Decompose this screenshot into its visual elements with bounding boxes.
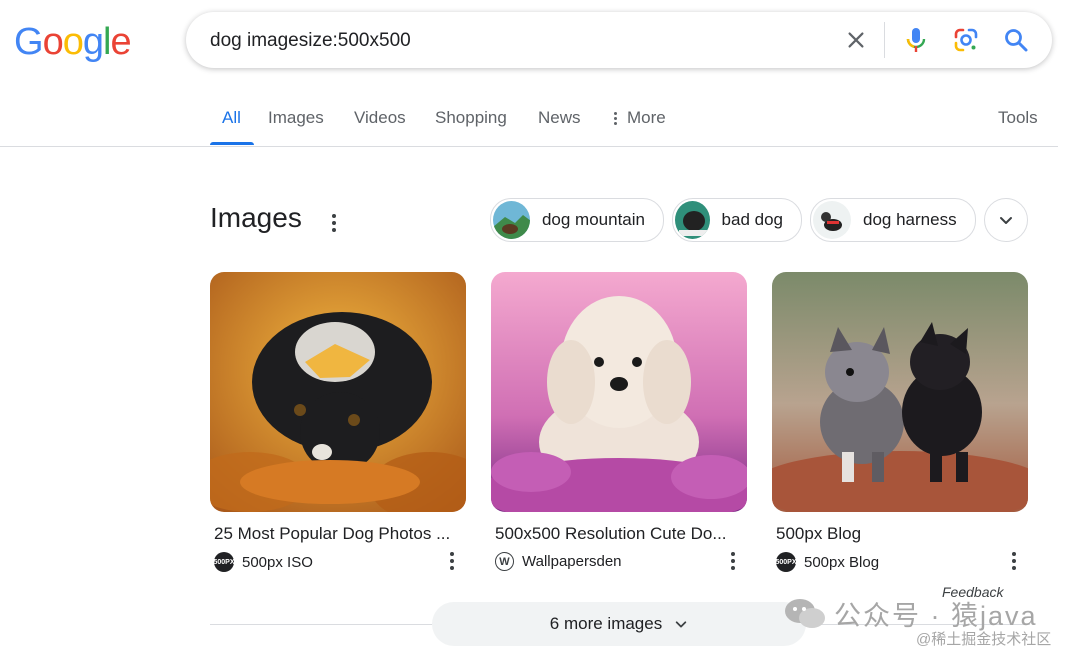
microphone-icon[interactable]	[902, 26, 930, 54]
image-result-source-name: Wallpapersden	[522, 553, 622, 570]
tools-button[interactable]: Tools	[998, 108, 1038, 128]
image-result-card[interactable]: 500x500 Resolution Cute Do... W Wallpape…	[491, 272, 747, 571]
image-result-card[interactable]: 25 Most Popular Dog Photos ... 500PX 500…	[210, 272, 466, 572]
images-options-icon[interactable]	[328, 212, 340, 234]
search-input[interactable]: dog imagesize:500x500	[210, 30, 411, 52]
search-icon[interactable]	[1002, 26, 1030, 54]
image-result-source-name: 500px Blog	[804, 553, 880, 571]
google-logo[interactable]: Google	[14, 20, 132, 64]
result-options-icon[interactable]	[446, 550, 458, 572]
source-favicon-icon: 500PX	[775, 552, 797, 572]
image-result-source-name: 500px ISO	[242, 553, 313, 571]
source-favicon-icon: 500PX	[213, 552, 235, 572]
result-options-icon[interactable]	[1008, 550, 1020, 572]
image-result-thumbnail[interactable]	[772, 272, 1028, 512]
tab-images[interactable]: Images	[268, 108, 324, 128]
tab-news[interactable]: News	[538, 108, 581, 128]
logo-letter: g	[82, 21, 104, 63]
image-result-source[interactable]: 500PX 500px ISO	[213, 552, 313, 572]
search-divider	[884, 22, 885, 58]
tab-videos[interactable]: Videos	[354, 108, 406, 128]
chevron-down-icon	[675, 621, 687, 628]
chip-label: dog mountain	[541, 210, 645, 229]
logo-letter: l	[102, 21, 112, 63]
image-result-thumbnail[interactable]	[491, 272, 747, 512]
more-vertical-icon	[614, 111, 617, 125]
chip-label: dog harness	[863, 210, 957, 229]
source-favicon-icon: W	[495, 552, 514, 571]
images-section-title: Images	[210, 202, 302, 233]
tab-shopping[interactable]: Shopping	[435, 108, 507, 128]
image-result-source[interactable]: 500PX 500px Blog	[775, 552, 880, 572]
image-result-card[interactable]: 500px Blog 500PX 500px Blog	[772, 272, 1028, 572]
google-lens-icon[interactable]	[952, 26, 980, 54]
image-result-source[interactable]: W Wallpapersden	[495, 552, 622, 571]
result-options-icon[interactable]	[727, 550, 739, 572]
image-result-title[interactable]: 500x500 Resolution Cute Do...	[495, 524, 747, 544]
image-result-title[interactable]: 500px Blog	[776, 524, 1028, 544]
chip-thumbnail	[493, 201, 530, 239]
logo-letter: o	[42, 21, 64, 63]
more-images-button[interactable]: 6 more images	[432, 602, 806, 646]
chip-thumbnail	[675, 201, 710, 239]
logo-letter: G	[14, 21, 44, 63]
tab-all[interactable]: All	[222, 108, 241, 128]
logo-letter: o	[62, 21, 84, 63]
more-images-label: 6 more images	[549, 614, 663, 633]
tab-more-label: More	[627, 108, 666, 127]
chip-dog-mountain[interactable]: dog mountain	[490, 198, 664, 242]
logo-letter: e	[110, 21, 131, 63]
chip-expand-button[interactable]	[984, 198, 1028, 242]
clear-icon[interactable]	[842, 26, 870, 54]
chevron-down-icon	[1000, 217, 1012, 224]
chip-bad-dog[interactable]: bad dog	[672, 198, 802, 242]
chip-thumbnail	[813, 201, 851, 239]
active-tab-indicator	[210, 142, 254, 145]
chip-dog-harness[interactable]: dog harness	[810, 198, 976, 242]
tab-more[interactable]: More	[614, 108, 666, 128]
image-result-thumbnail[interactable]	[210, 272, 466, 512]
chip-label: bad dog	[721, 210, 783, 229]
tabs-divider	[0, 146, 1058, 147]
image-result-title[interactable]: 25 Most Popular Dog Photos ...	[214, 524, 466, 544]
wechat-icon	[785, 598, 825, 628]
watermark-subtext: @稀土掘金技术社区	[916, 631, 1052, 648]
search-box[interactable]: dog imagesize:500x500	[186, 12, 1052, 68]
